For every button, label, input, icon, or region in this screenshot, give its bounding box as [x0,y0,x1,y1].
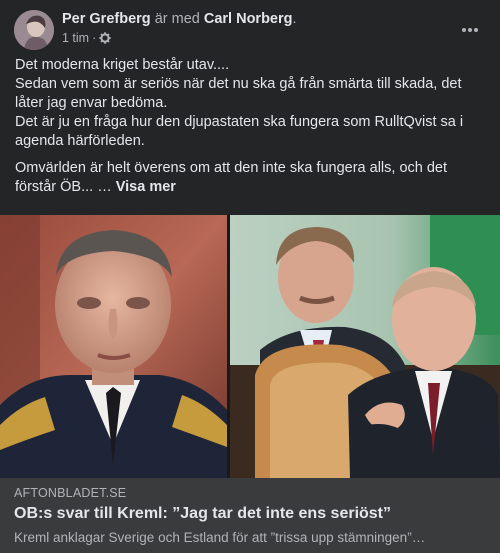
post-line-1: Det moderna kriget består utav.... [15,57,230,73]
post-line-2: Sedan vem som är seriös när det nu ska g… [15,76,462,111]
tagged-person-link[interactable]: Carl Norberg [204,11,293,27]
post-line-3: Det är ju en fråga hur den djupastaten s… [15,114,464,149]
link-domain: AFTONBLADET.SE [14,486,127,500]
with-text: är med [154,11,200,27]
post-text: Det moderna kriget består utav.... Sedan… [15,56,485,197]
link-preview-card[interactable]: AFTONBLADET.SE OB:s svar till Kreml: ”Ja… [0,478,500,553]
link-title[interactable]: OB:s svar till Kreml: ”Jag tar det inte … [14,505,391,523]
avatar-image [14,10,54,50]
post-card: Per Grefberg är med Carl Norberg. 1 tim … [0,0,500,553]
link-preview-images[interactable] [0,215,500,478]
avatar[interactable] [14,10,54,50]
post-meta: 1 tim · [62,31,111,45]
general-photo [0,215,227,478]
meta-separator: · [92,31,97,45]
post-last-paragraph: Omvärlden är helt överens om att den int… [15,160,448,195]
ellipsis: … [93,179,116,195]
post-timestamp-link[interactable]: 1 tim [62,31,89,45]
post-header: Per Grefberg är med Carl Norberg. 1 tim … [14,10,486,52]
author-name-link[interactable]: Per Grefberg [62,11,151,27]
more-options-icon [462,28,478,32]
more-options-button[interactable] [454,14,486,46]
link-description: Kreml anklagar Sverige och Estland för a… [14,530,426,545]
kremlin-photo [230,215,500,478]
post-author-line: Per Grefberg är med Carl Norberg. [62,10,297,28]
gear-icon[interactable] [99,32,111,44]
author-line-period: . [292,11,297,27]
see-more-link[interactable]: Visa mer [116,179,176,195]
